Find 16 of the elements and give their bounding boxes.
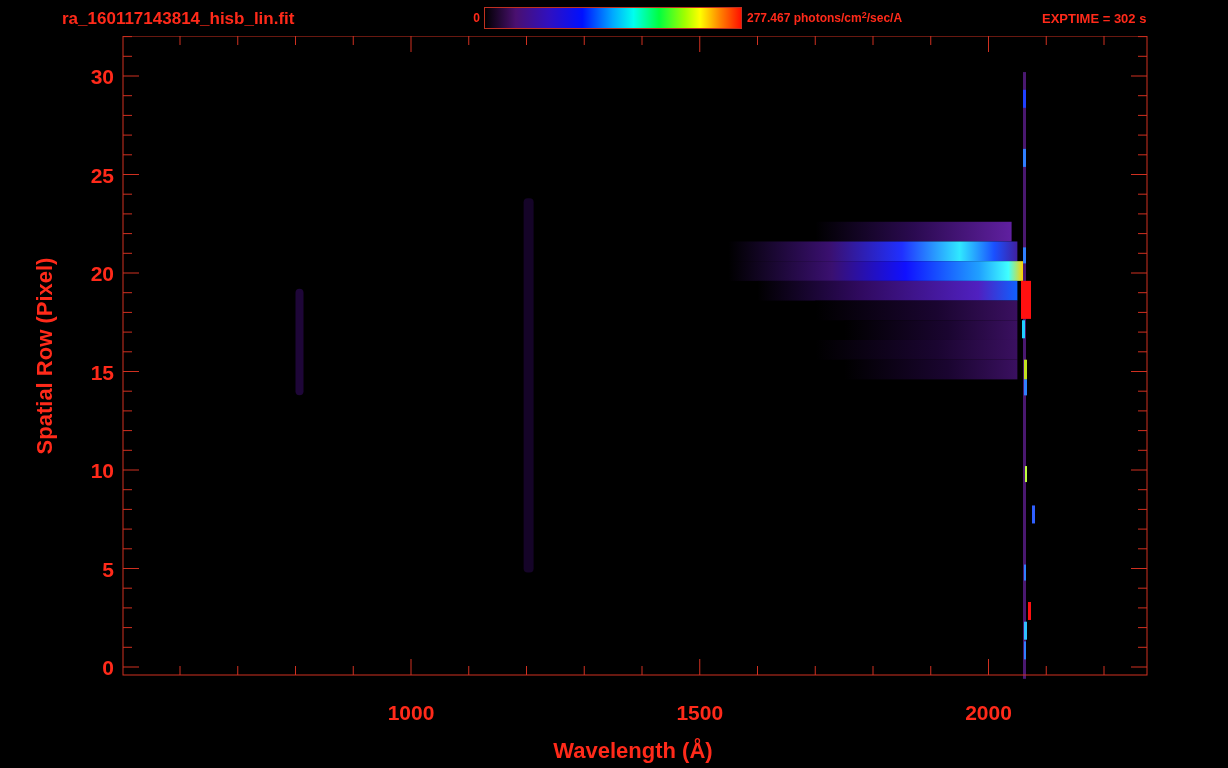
- y-tick-label: 10: [90, 459, 114, 482]
- colorbar-min-label: 0: [472, 12, 481, 24]
- x-tick-label: 1000: [387, 701, 435, 724]
- x-axis-title: Wavelength (Å): [553, 738, 713, 763]
- y-tick-label: 15: [90, 360, 114, 384]
- y-tick-label: 30: [90, 65, 114, 88]
- y-tick-label: 0: [102, 656, 114, 679]
- colorbar-max-label: 277.467 photons/cm$^{2}$/sec/A: [747, 12, 904, 24]
- y-axis-title: Spatial Row (Pixel): [32, 257, 57, 455]
- file-name: ra_160117143814_hisb_lin.fit: [62, 9, 296, 27]
- y-tick-label: 20: [90, 262, 114, 285]
- y-tick-label: 5: [102, 557, 114, 581]
- exposure-time: EXPTIME = 302 s: [1042, 11, 1147, 25]
- x-tick-label: 2000: [965, 701, 1012, 724]
- x-tick-label: 1500: [676, 701, 724, 724]
- y-tick-label: 25: [90, 163, 114, 187]
